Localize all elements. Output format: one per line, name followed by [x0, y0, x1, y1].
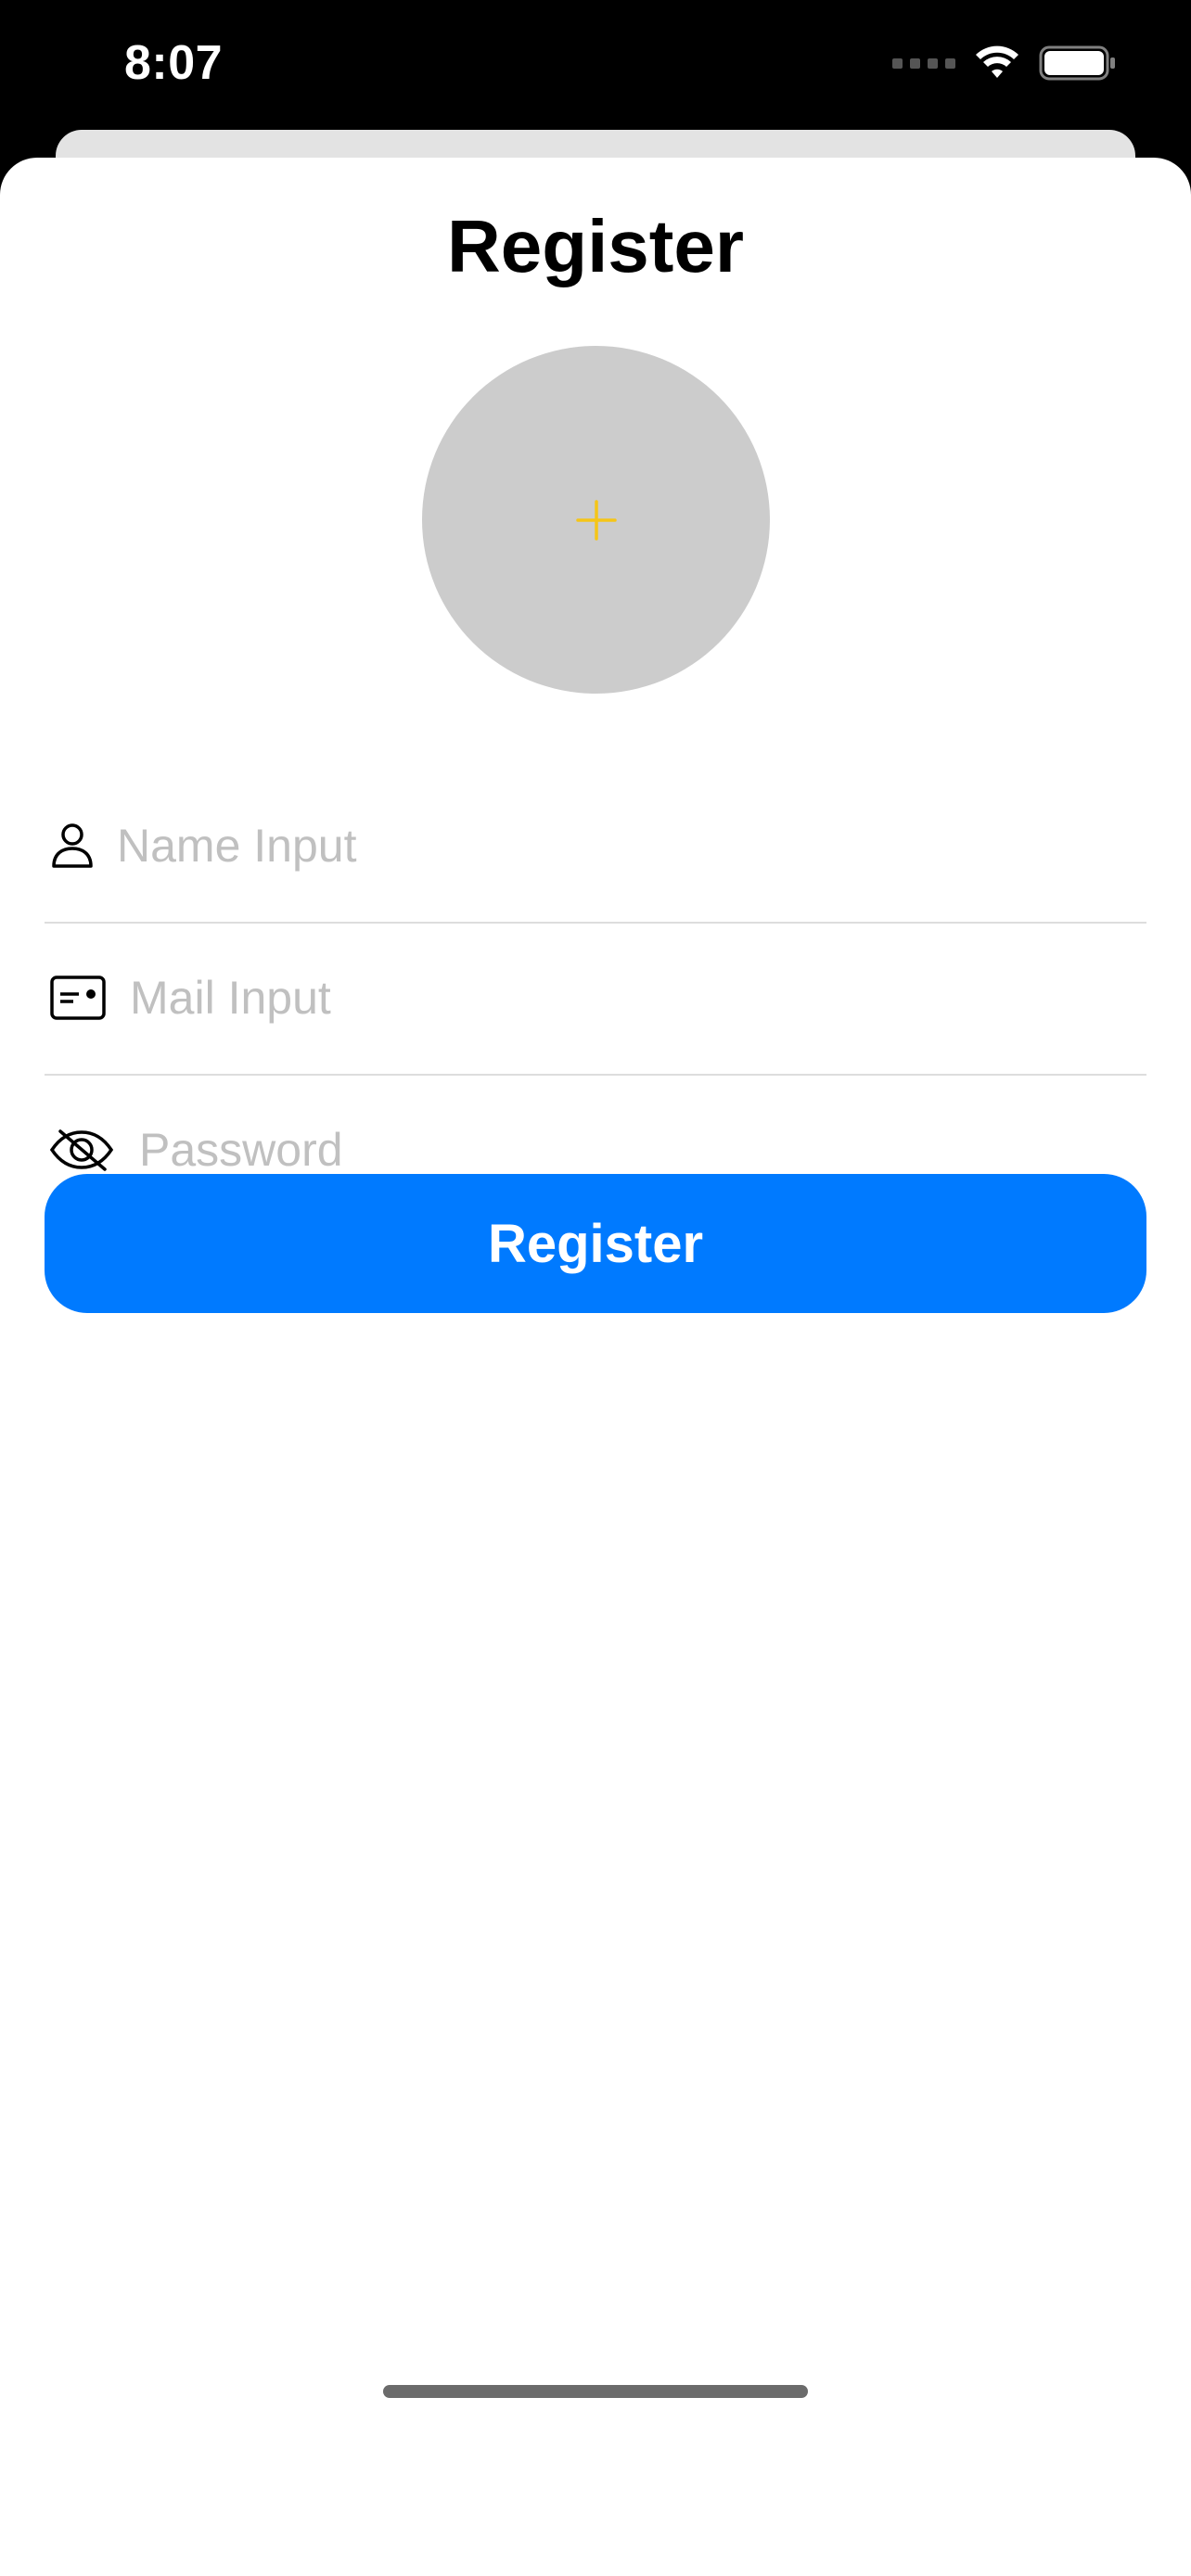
mail-field-row [45, 922, 1146, 1076]
battery-icon [1039, 45, 1115, 81]
home-indicator[interactable] [383, 2385, 808, 2398]
name-input[interactable] [117, 819, 1146, 873]
status-time: 8:07 [124, 36, 224, 90]
wifi-icon [976, 45, 1018, 78]
register-sheet: Register Name Input Mail Input Register [0, 158, 1191, 2576]
signal-dots-icon [892, 57, 955, 69]
phone-screen: 8:07 Register Name Input Mail Input Regi… [0, 0, 1191, 2576]
plus-icon [575, 499, 617, 541]
name-field-row [45, 770, 1146, 924]
id-card-icon [48, 975, 108, 1021]
person-icon [48, 823, 96, 869]
register-button[interactable]: Register [45, 1174, 1146, 1313]
avatar-picker-button[interactable] [422, 346, 770, 694]
password-input[interactable] [139, 1123, 1146, 1177]
status-icons [892, 45, 1117, 82]
status-bar: 8:07 [0, 0, 1191, 130]
notch [369, 0, 822, 95]
eye-slash-icon[interactable] [48, 1129, 115, 1171]
mail-input[interactable] [130, 971, 1146, 1025]
page-title: Register [446, 205, 745, 287]
